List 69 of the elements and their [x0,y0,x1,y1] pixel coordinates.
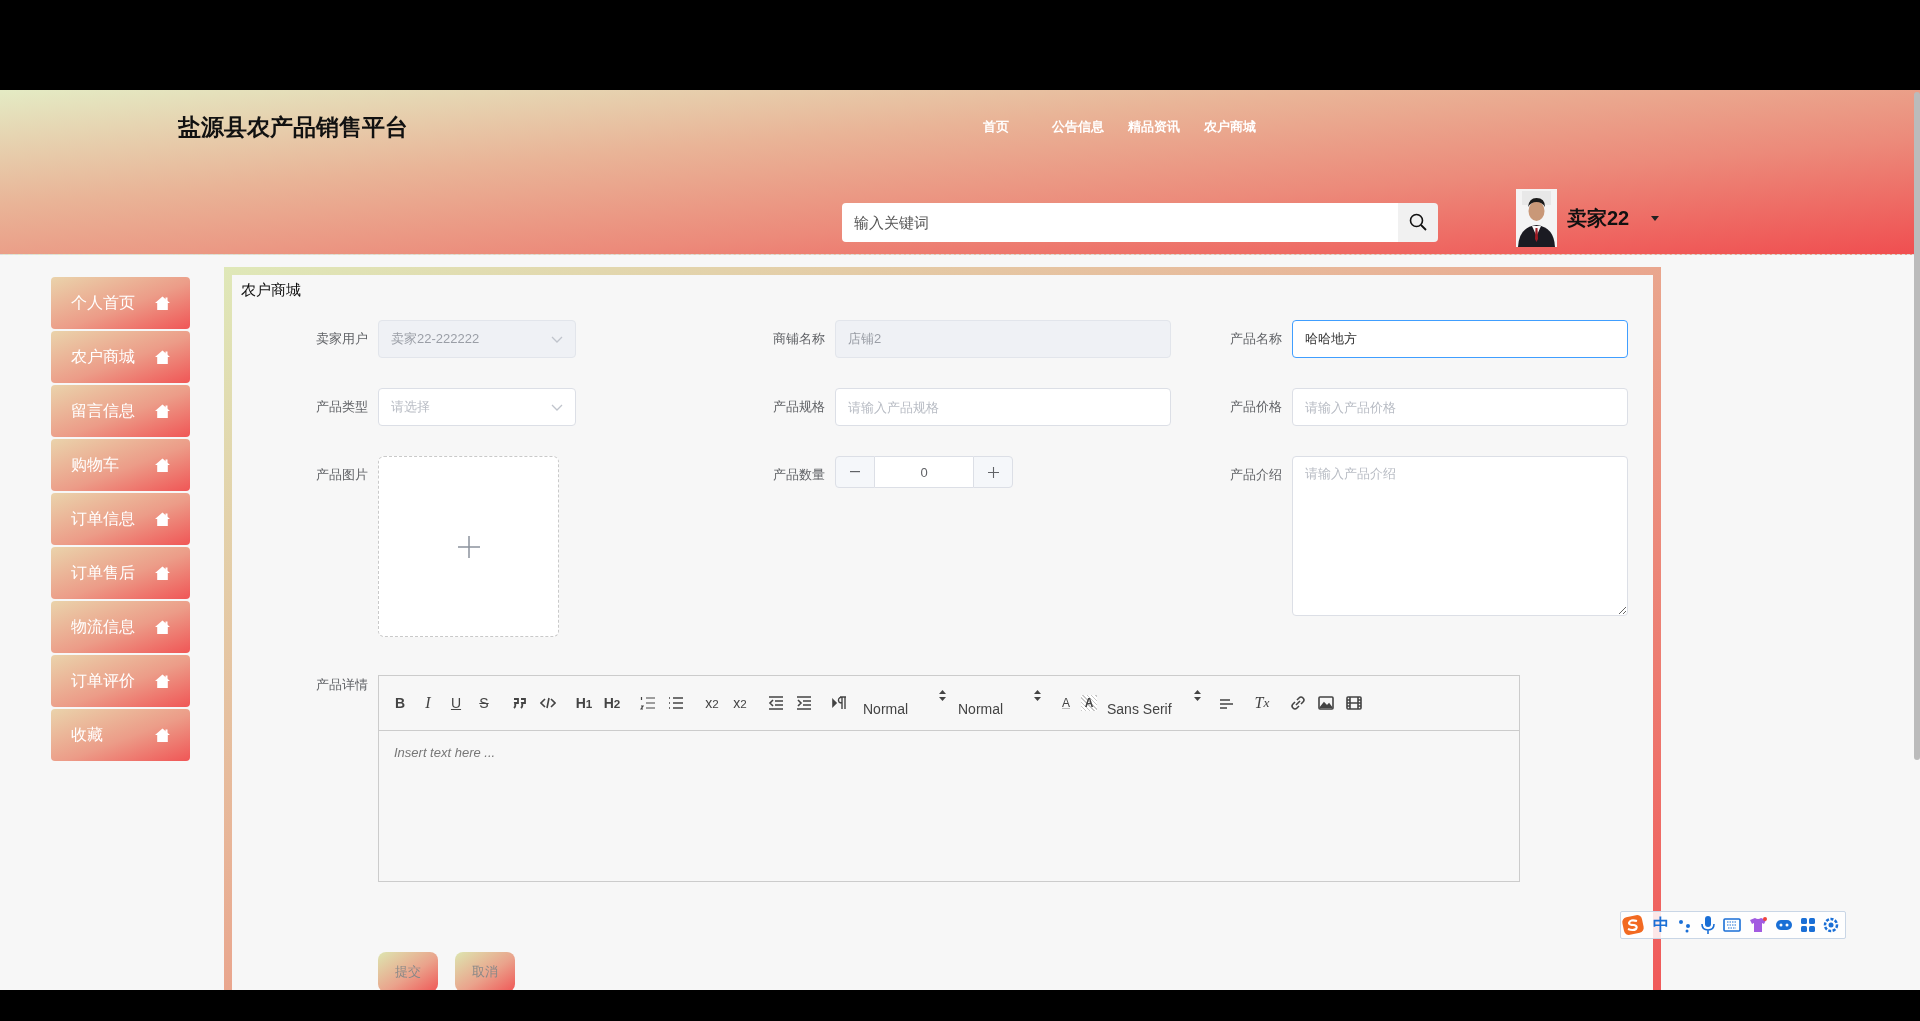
outdent-icon [768,696,784,710]
search-icon [1409,213,1427,232]
format-dropdown[interactable]: Normal [863,688,948,718]
field-label: 产品规格 [772,398,826,416]
bullet-list-icon [668,696,684,710]
user-name[interactable]: 卖家22 [1567,204,1630,232]
field-label: 产品图片 [315,466,369,484]
dots-icon[interactable] [1677,917,1693,933]
text-field[interactable]: 哈哈地方 [1292,320,1628,358]
link-icon [1290,696,1306,710]
indent-icon [796,696,812,710]
home-icon [155,350,170,364]
numbered-list-icon [640,696,656,710]
home-icon [155,674,170,688]
text-field[interactable]: 请输入产品价格 [1292,388,1628,426]
up-down-icon [939,690,946,701]
search-field[interactable]: 输入关键词 [842,202,1398,242]
home-icon [155,458,170,472]
align-icon [1218,696,1234,710]
gamepad-icon[interactable] [1775,918,1793,932]
field-label: 产品详情 [315,676,369,694]
paragraph-icon [832,696,848,710]
panel-title: 农户商城 [240,280,302,300]
quote-icon [512,696,528,710]
home-icon [155,566,170,580]
film-icon [1346,696,1362,710]
image-icon [1318,696,1334,710]
chevron-icon [551,335,563,343]
field-label: 卖家用户 [315,330,369,348]
format-button[interactable]: A [1081,695,1097,711]
keyboard-icon[interactable] [1723,918,1741,932]
format-dropdown[interactable]: Sans Serif [1107,688,1203,718]
field-label: 产品价格 [1229,398,1283,416]
format-button[interactable]: I [415,691,441,715]
field-label: 产品名称 [1229,330,1283,348]
input-mode-toggle[interactable]: 中 [1653,914,1669,936]
field-label: 产品介绍 [1229,466,1283,484]
home-icon [155,728,170,742]
code-icon [540,696,556,710]
site-title: 盐源县农产品销售平台 [178,112,409,142]
home-icon [155,404,170,418]
home-icon [155,296,170,310]
grid-icon[interactable] [1801,918,1815,932]
plus-icon [457,535,480,558]
text-area[interactable]: 请输入产品介绍 [1292,456,1628,616]
scrollbar-thumb[interactable] [1914,92,1920,760]
minus-icon [850,471,860,473]
text-field[interactable]: 请输入产品规格 [835,388,1171,426]
search-button[interactable] [1398,202,1438,242]
format-button[interactable]: U [443,691,469,715]
field-label: 产品类型 [315,398,369,416]
plus-icon [987,466,999,478]
home-icon [155,512,170,526]
caret-icon[interactable] [1651,215,1660,221]
editor-text-area[interactable]: Insert text here ... [379,731,1519,881]
format-button[interactable]: S [471,691,497,715]
field-label: 商铺名称 [772,330,826,348]
field-label: 产品数量 [772,466,826,484]
quantity-field[interactable]: 0 [875,456,973,488]
format-dropdown[interactable]: Normal [958,688,1043,718]
shirt-icon[interactable] [1749,917,1767,933]
up-down-icon [1194,690,1201,701]
chevron-icon [551,403,563,411]
settings-icon[interactable] [1823,917,1839,933]
format-button[interactable]: B [387,691,413,715]
microphone-icon[interactable] [1701,916,1715,934]
home-icon [155,620,170,634]
format-button[interactable]: A [1053,691,1079,715]
up-down-icon [1034,690,1041,701]
